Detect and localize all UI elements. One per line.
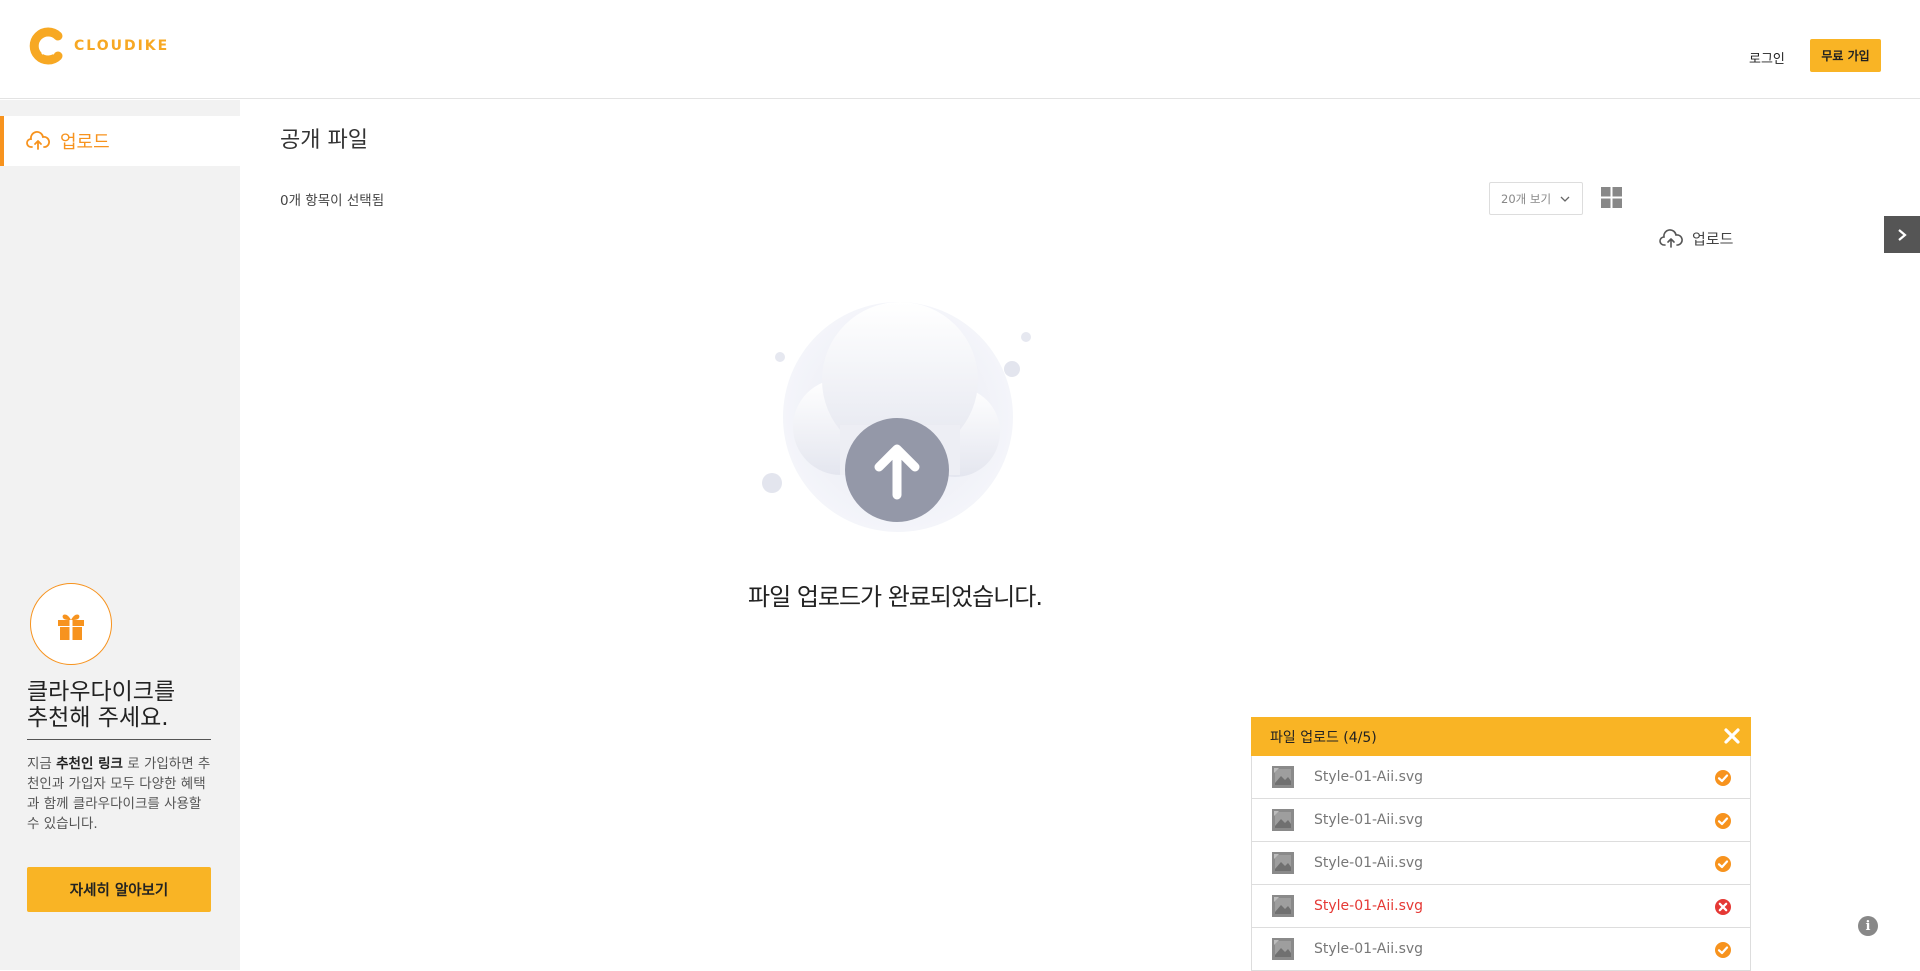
side-panel-toggle[interactable] [1884,216,1920,253]
upload-complete-message: 파일 업로드가 완료되었습니다. [748,583,1043,611]
upload-panel-header: 파일 업로드 (4/5) [1251,717,1751,756]
info-icon[interactable]: i [1858,916,1878,936]
upload-file-row: Style-01-Aii.svg [1251,885,1751,928]
learn-more-button[interactable]: 자세히 알아보기 [27,867,211,912]
check-circle-icon [1715,942,1731,958]
cloudike-logo-icon [29,27,63,65]
gift-icon [58,614,84,640]
check-circle-icon [1715,770,1731,786]
promo-title-line1: 클라우다이크를 [27,679,176,705]
upload-complete-illustration [762,302,1031,532]
top-header: CLOUDIKE 로그인 무료 가입 [0,0,1920,99]
page-size-select[interactable]: 20개 보기 [1489,182,1583,215]
close-icon[interactable] [1723,727,1741,745]
upload-progress-panel: 파일 업로드 (4/5) Style-01-Aii.svg Style-01-Ai… [1251,717,1751,971]
upload-file-list: Style-01-Aii.svg Style-01-Aii.svg Style-01… [1251,756,1751,971]
image-file-icon [1272,809,1294,831]
error-icon [1715,899,1731,915]
upload-file-row: Style-01-Aii.svg [1251,799,1751,842]
login-link[interactable]: 로그인 [1749,48,1785,67]
upload-file-row: Style-01-Aii.svg [1251,842,1751,885]
signup-button[interactable]: 무료 가입 [1810,39,1881,72]
cloudike-logo[interactable]: CLOUDIKE [28,26,169,66]
upload-file-row: Style-01-Aii.svg [1251,928,1751,971]
selected-count: 0개 항목이 선택됨 [280,193,385,209]
check-circle-icon [1715,856,1731,872]
promo-description: 지금 추천인 링크 로 가입하면 추천인과 가입자 모두 다양한 혜택과 함께 … [27,754,211,834]
image-file-icon [1272,938,1294,960]
cloud-upload-icon [26,131,50,150]
image-file-icon [1272,766,1294,788]
sidebar: 업로드 클라우다이크를 추천해 주세요. 지금 추천인 링크 로 가입하면 추천… [0,100,240,970]
promo-desc-prefix: 지금 [27,756,57,772]
sidebar-item-label: 업로드 [60,132,110,153]
chevron-down-icon [1560,196,1570,202]
upload-button-label: 업로드 [1692,230,1734,248]
page-title: 공개 파일 [280,128,368,153]
upload-file-name: Style-01-Aii.svg [1314,898,1424,914]
check-circle-icon [1715,813,1731,829]
upload-panel-title: 파일 업로드 (4/5) [1270,729,1377,746]
image-file-icon [1272,852,1294,874]
upload-file-name: Style-01-Aii.svg [1314,769,1424,785]
upload-file-name: Style-01-Aii.svg [1314,941,1424,957]
promo-desc-bold: 추천인 링크 [56,756,123,772]
grid-view-icon[interactable] [1601,187,1622,208]
promo-title: 클라우다이크를 추천해 주세요. [27,679,211,740]
gift-badge [30,583,112,665]
upload-file-row: Style-01-Aii.svg [1251,756,1751,799]
upload-file-name: Style-01-Aii.svg [1314,812,1424,828]
image-file-icon [1272,895,1294,917]
upload-button[interactable]: 업로드 [1659,228,1733,249]
page-size-value: 20개 보기 [1501,191,1552,206]
cloud-upload-icon [1659,228,1683,248]
upload-file-name: Style-01-Aii.svg [1314,855,1424,871]
logo-text: CLOUDIKE [74,38,170,54]
sidebar-item-upload[interactable]: 업로드 [0,116,240,166]
promo-title-line2: 추천해 주세요. [27,705,169,731]
chevron-right-icon [1898,228,1907,241]
